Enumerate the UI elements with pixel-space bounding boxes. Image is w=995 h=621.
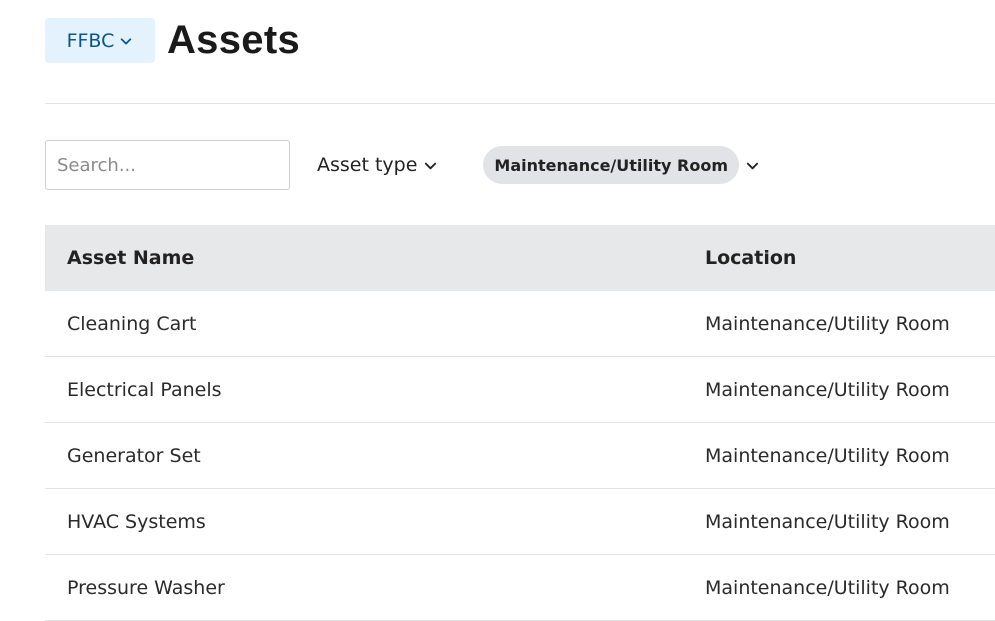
column-header-location[interactable]: Location (705, 247, 995, 269)
asset-name-cell: Cleaning Cart (67, 312, 197, 335)
table-row[interactable]: Cleaning Cart Maintenance/Utility Room (45, 291, 995, 357)
table-header: Asset Name Location (45, 225, 995, 291)
location-filter-chip-label: Maintenance/Utility Room (494, 155, 728, 175)
chevron-down-icon (423, 158, 438, 173)
table-row[interactable]: Pressure Washer Maintenance/Utility Room (45, 555, 995, 621)
asset-name-cell: Electrical Panels (67, 378, 222, 401)
chevron-down-icon (745, 158, 760, 173)
asset-location-cell: Maintenance/Utility Room (705, 312, 950, 335)
header-divider (45, 103, 995, 104)
location-filter-chip[interactable]: Maintenance/Utility Room (483, 146, 739, 184)
chevron-down-icon (119, 34, 133, 48)
search-input[interactable] (45, 140, 290, 190)
table-row[interactable]: Generator Set Maintenance/Utility Room (45, 423, 995, 489)
assets-table: Asset Name Location Cleaning Cart Mainte… (45, 225, 995, 621)
assets-page: FFBC Assets Asset type Maintenance/Utili… (0, 0, 995, 621)
asset-name-cell: HVAC Systems (67, 510, 206, 533)
page-header: FFBC Assets (45, 18, 300, 63)
asset-type-dropdown[interactable]: Asset type (317, 145, 438, 185)
org-selector-button[interactable]: FFBC (45, 18, 155, 63)
asset-location-cell: Maintenance/Utility Room (705, 444, 950, 467)
asset-location-cell: Maintenance/Utility Room (705, 378, 950, 401)
asset-location-cell: Maintenance/Utility Room (705, 576, 950, 599)
table-row[interactable]: Electrical Panels Maintenance/Utility Ro… (45, 357, 995, 423)
location-filter-dropdown[interactable] (745, 146, 760, 184)
asset-type-label: Asset type (317, 154, 418, 176)
asset-name-cell: Generator Set (67, 444, 201, 467)
column-header-asset-name[interactable]: Asset Name (45, 247, 705, 269)
asset-name-cell: Pressure Washer (67, 576, 225, 599)
org-selector-label: FFBC (66, 29, 115, 52)
filter-bar: Asset type Maintenance/Utility Room (45, 140, 760, 190)
table-row[interactable]: HVAC Systems Maintenance/Utility Room (45, 489, 995, 555)
asset-location-cell: Maintenance/Utility Room (705, 510, 950, 533)
page-title: Assets (167, 18, 300, 62)
